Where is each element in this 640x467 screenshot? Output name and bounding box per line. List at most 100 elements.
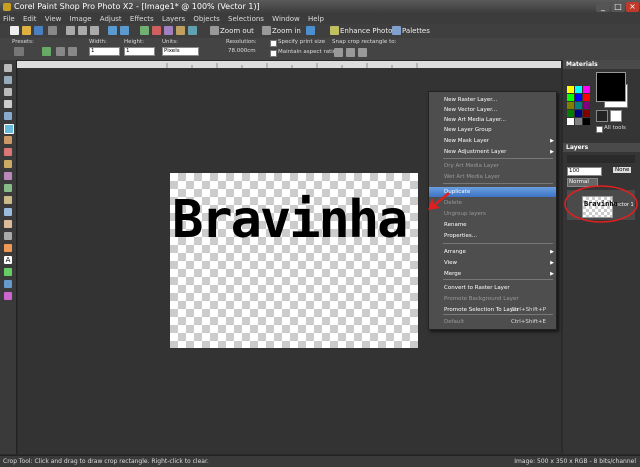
menu-item[interactable]: Merge ▶ — [429, 269, 556, 279]
zoom-out-button[interactable]: Zoom out — [220, 26, 254, 36]
swatch[interactable] — [567, 86, 574, 93]
snap-icon-1[interactable] — [334, 48, 343, 57]
maintain-aspect-ratio-checkbox[interactable] — [270, 50, 277, 57]
warp-tool-icon[interactable] — [4, 232, 12, 240]
menu-item[interactable]: Convert to Raster Layer — [429, 283, 556, 293]
tool-icon-2[interactable] — [152, 26, 161, 35]
zoom-out-icon[interactable] — [210, 26, 219, 35]
swatch[interactable] — [567, 102, 574, 109]
menu-item[interactable]: New Layer Group — [429, 125, 556, 135]
menu-image[interactable]: Image — [70, 15, 92, 23]
crop-tool-icon[interactable] — [4, 124, 14, 134]
menu-item[interactable]: View ▶ — [429, 258, 556, 268]
width-field[interactable]: 1 — [89, 47, 120, 56]
height-field[interactable]: 1 — [124, 47, 155, 56]
canvas-text[interactable]: Bravinha — [172, 190, 408, 250]
enhance-icon[interactable] — [306, 26, 315, 35]
menu-item[interactable]: New Art Media Layer... — [429, 115, 556, 125]
selection-tool-icon[interactable] — [4, 100, 12, 108]
undo-icon[interactable] — [108, 26, 117, 35]
dodge-tool-icon[interactable] — [4, 208, 12, 216]
clone-tool-icon[interactable] — [4, 172, 12, 180]
fill-tool-icon[interactable] — [4, 244, 12, 252]
fg-material[interactable] — [596, 110, 608, 122]
menu-objects[interactable]: Objects — [193, 15, 219, 23]
opacity-field[interactable]: 100 — [567, 167, 602, 176]
smudge-tool-icon[interactable] — [4, 220, 12, 228]
menu-layers[interactable]: Layers — [162, 15, 185, 23]
menu-item[interactable]: New Mask Layer ▶ — [429, 136, 556, 146]
menu-item[interactable]: New Vector Layer... — [429, 105, 556, 115]
brush-tool-icon[interactable] — [4, 184, 12, 192]
close-button[interactable]: × — [626, 2, 639, 12]
palettes-button[interactable]: Palettes — [402, 26, 430, 36]
eraser-tool-icon[interactable] — [4, 196, 12, 204]
swatch[interactable] — [575, 94, 582, 101]
menu-edit[interactable]: Edit — [23, 15, 37, 23]
swatch[interactable] — [567, 118, 574, 125]
swatch[interactable] — [583, 110, 590, 117]
enhance-photo-icon[interactable] — [330, 26, 339, 35]
menu-item[interactable]: Promote Selection To Layer Ctrl+Shift+P — [429, 305, 556, 315]
zoom-in-icon[interactable] — [262, 26, 271, 35]
menu-effects[interactable]: Effects — [130, 15, 154, 23]
move-tool-icon[interactable] — [4, 88, 12, 96]
menu-file[interactable]: File — [3, 15, 15, 23]
makeover-tool-icon[interactable] — [4, 160, 12, 168]
swatch[interactable] — [567, 94, 574, 101]
snap-icon-2[interactable] — [346, 48, 355, 57]
swatch[interactable] — [583, 102, 590, 109]
menu-item[interactable]: Arrange ▶ — [429, 247, 556, 257]
crop-tool-icon[interactable] — [14, 47, 24, 56]
redo-icon[interactable] — [120, 26, 129, 35]
tool-icon-4[interactable] — [176, 26, 185, 35]
maximize-button[interactable]: □ — [611, 2, 625, 12]
cut-icon[interactable] — [66, 26, 75, 35]
save-icon[interactable] — [34, 26, 43, 35]
swatch[interactable] — [583, 94, 590, 101]
straighten-tool-icon[interactable] — [4, 136, 12, 144]
text-tool-icon[interactable]: A — [4, 256, 12, 264]
menu-item[interactable]: New Raster Layer... — [429, 95, 556, 105]
swatch[interactable] — [575, 102, 582, 109]
art-media-tool-icon[interactable] — [4, 292, 12, 300]
swatch[interactable] — [575, 118, 582, 125]
menu-item[interactable]: Rename — [429, 220, 556, 230]
pan-tool-icon[interactable] — [4, 64, 12, 72]
snap-icon-3[interactable] — [358, 48, 367, 57]
tool-icon-5[interactable] — [188, 26, 197, 35]
tool-icon-3[interactable] — [164, 26, 173, 35]
menu-adjust[interactable]: Adjust — [100, 15, 122, 23]
pen-tool-icon[interactable] — [4, 280, 12, 288]
swatch[interactable] — [583, 118, 590, 125]
swatch[interactable] — [567, 110, 574, 117]
swatch[interactable] — [575, 86, 582, 93]
new-icon[interactable] — [10, 26, 19, 35]
options-icon[interactable] — [56, 47, 65, 56]
print-icon[interactable] — [48, 26, 57, 35]
copy-icon[interactable] — [78, 26, 87, 35]
swatch[interactable] — [575, 110, 582, 117]
menu-help[interactable]: Help — [308, 15, 324, 23]
dropper-tool-icon[interactable] — [4, 112, 12, 120]
paste-icon[interactable] — [90, 26, 99, 35]
shape-tool-icon[interactable] — [4, 268, 12, 276]
foreground-swatch[interactable] — [596, 72, 626, 102]
minimize-button[interactable]: _ — [596, 2, 610, 12]
options-icon-2[interactable] — [68, 47, 77, 56]
menu-window[interactable]: Window — [272, 15, 300, 23]
menu-item[interactable]: Properties... — [429, 231, 556, 241]
pick-tool-icon[interactable] — [4, 76, 12, 84]
palettes-icon[interactable] — [392, 26, 401, 35]
tool-icon[interactable] — [140, 26, 149, 35]
menu-item[interactable]: New Adjustment Layer ▶ — [429, 147, 556, 157]
bg-material[interactable] — [610, 110, 622, 122]
all-tools-checkbox[interactable] — [596, 126, 603, 133]
units-select[interactable]: Pixels — [162, 47, 199, 56]
specify-print-size-checkbox[interactable] — [270, 40, 277, 47]
red-eye-tool-icon[interactable] — [4, 148, 12, 156]
swatch[interactable] — [583, 86, 590, 93]
none-label[interactable]: None — [613, 167, 632, 173]
zoom-in-button[interactable]: Zoom in — [272, 26, 301, 36]
apply-icon[interactable] — [42, 47, 51, 56]
